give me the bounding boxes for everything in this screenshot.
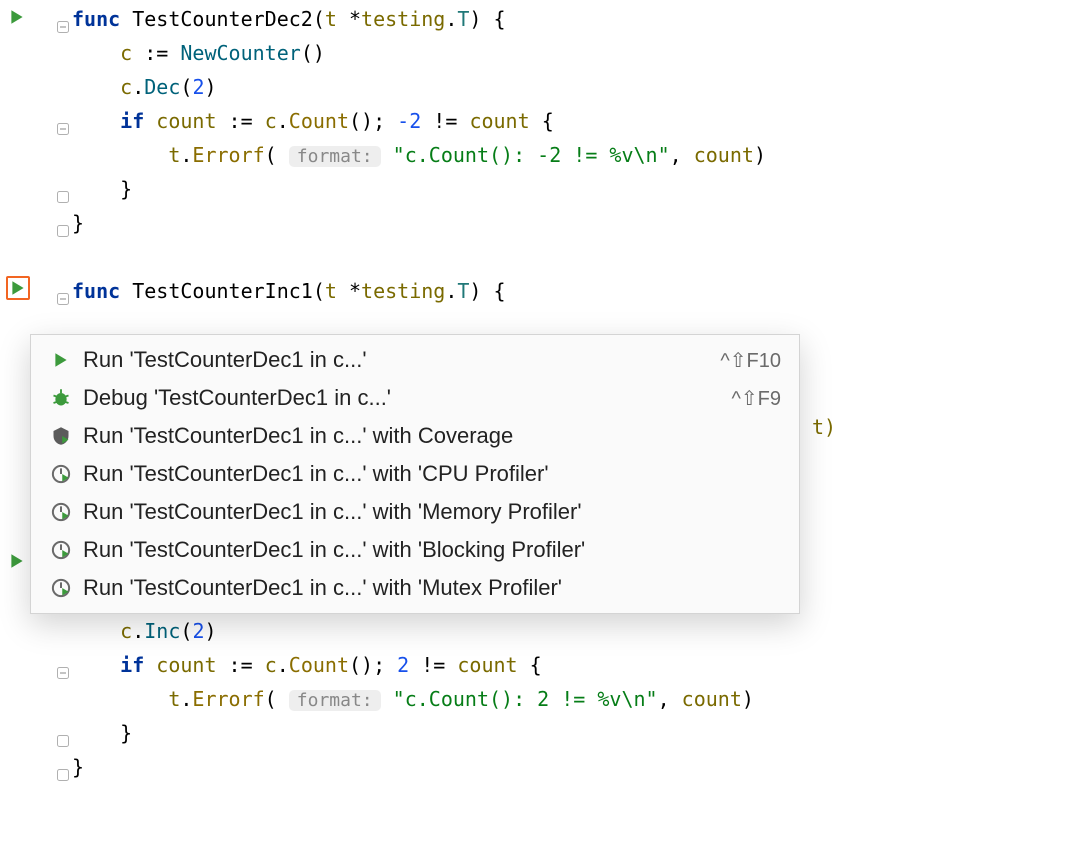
code-line[interactable]: }: [72, 716, 1090, 750]
menu-item-run-cpu-profiler[interactable]: Run 'TestCounterDec1 in c...' with 'CPU …: [31, 455, 799, 493]
profiler-icon: [49, 500, 73, 524]
profiler-icon: [49, 538, 73, 562]
code-line[interactable]: func TestCounterDec2(t *testing.T) {: [72, 2, 1090, 36]
fold-end-icon[interactable]: [56, 758, 70, 772]
run-test-icon-active[interactable]: [6, 276, 30, 300]
code-line[interactable]: t.Errorf( format: "c.Count(): -2 != %v\n…: [72, 138, 1090, 172]
fold-end-icon[interactable]: [56, 724, 70, 738]
profiler-icon: [49, 576, 73, 600]
menu-item-label: Run 'TestCounterDec1 in c...' with 'Memo…: [83, 499, 781, 525]
code-line[interactable]: if count := c.Count(); 2 != count {: [72, 648, 1090, 682]
menu-item-shortcut: ^⇧F10: [720, 348, 781, 373]
menu-item-run-memory-profiler[interactable]: Run 'TestCounterDec1 in c...' with 'Memo…: [31, 493, 799, 531]
run-icon: [49, 348, 73, 372]
fold-end-icon[interactable]: [56, 214, 70, 228]
menu-item-run-blocking-profiler[interactable]: Run 'TestCounterDec1 in c...' with 'Bloc…: [31, 531, 799, 569]
code-line-blank[interactable]: [72, 240, 1090, 274]
menu-item-shortcut: ^⇧F9: [732, 386, 781, 411]
fold-collapse-icon[interactable]: [56, 10, 70, 24]
inlay-hint: format:: [289, 146, 381, 167]
fold-end-icon[interactable]: [56, 180, 70, 194]
fold-collapse-icon[interactable]: [56, 282, 70, 296]
menu-item-run-coverage[interactable]: Run 'TestCounterDec1 in c...' with Cover…: [31, 417, 799, 455]
inlay-hint: format:: [289, 690, 381, 711]
profiler-icon: [49, 462, 73, 486]
code-line[interactable]: }: [72, 750, 1090, 784]
code-line[interactable]: c.Inc(2): [72, 614, 1090, 648]
menu-item-label: Run 'TestCounterDec1 in c...': [83, 347, 704, 373]
run-context-menu: Run 'TestCounterDec1 in c...' ^⇧F10 Debu…: [30, 334, 800, 614]
menu-item-run[interactable]: Run 'TestCounterDec1 in c...' ^⇧F10: [31, 341, 799, 379]
run-test-icon[interactable]: [8, 8, 26, 26]
code-line[interactable]: func TestCounterInc1(t *testing.T) {: [72, 274, 1090, 308]
fold-collapse-icon[interactable]: [56, 656, 70, 670]
menu-item-label: Run 'TestCounterDec1 in c...' with 'Mute…: [83, 575, 781, 601]
code-line[interactable]: c.Dec(2): [72, 70, 1090, 104]
fold-collapse-icon[interactable]: [56, 112, 70, 126]
code-line[interactable]: if count := c.Count(); -2 != count {: [72, 104, 1090, 138]
menu-item-label: Run 'TestCounterDec1 in c...' with 'Bloc…: [83, 537, 781, 563]
code-line[interactable]: c := NewCounter(): [72, 36, 1090, 70]
menu-item-label: Debug 'TestCounterDec1 in c...': [83, 385, 716, 411]
menu-item-debug[interactable]: Debug 'TestCounterDec1 in c...' ^⇧F9: [31, 379, 799, 417]
debug-icon: [49, 386, 73, 410]
menu-item-run-mutex-profiler[interactable]: Run 'TestCounterDec1 in c...' with 'Mute…: [31, 569, 799, 607]
menu-item-label: Run 'TestCounterDec1 in c...' with 'CPU …: [83, 461, 781, 487]
menu-item-label: Run 'TestCounterDec1 in c...' with Cover…: [83, 423, 781, 449]
code-line[interactable]: }: [72, 206, 1090, 240]
coverage-icon: [49, 424, 73, 448]
code-line[interactable]: t.Errorf( format: "c.Count(): 2 != %v\n"…: [72, 682, 1090, 716]
run-test-icon[interactable]: [8, 552, 26, 570]
code-line[interactable]: }: [72, 172, 1090, 206]
